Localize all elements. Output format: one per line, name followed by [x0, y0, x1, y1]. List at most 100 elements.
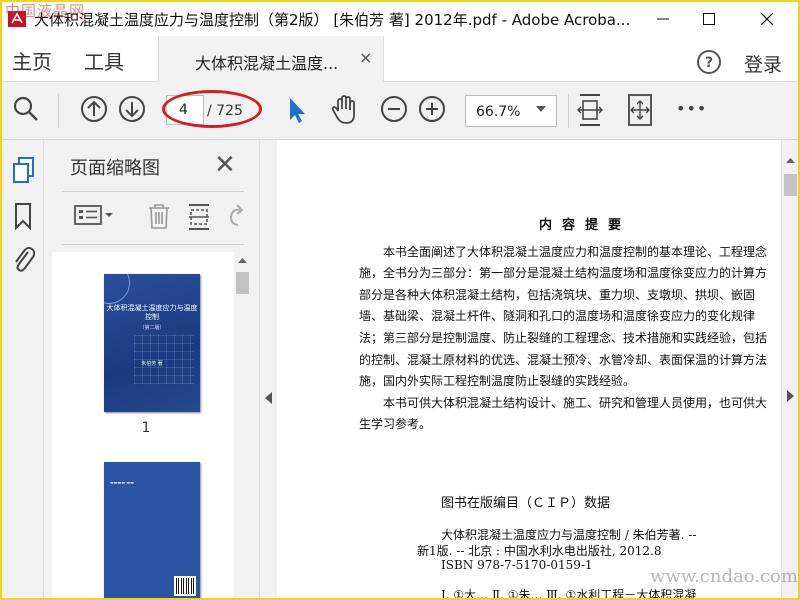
close-window-button[interactable] — [744, 2, 790, 36]
thumbnail-page-2[interactable]: ▬▬▬▬ ▬▬ — [104, 462, 200, 598]
zoom-in-button[interactable] — [418, 95, 446, 127]
page-thumbnails-button[interactable] — [11, 156, 37, 188]
cip-line: 新1版. -- 北京 : 中国水利水电出版社, 2012.8 — [417, 544, 662, 558]
minimize-icon — [657, 18, 669, 20]
svg-text:?: ? — [705, 55, 713, 71]
document-viewport[interactable]: 内容提要 本书全面阐述了大体积混凝土温度应力和温度控制的基本理论、工程理念 施，… — [277, 140, 781, 598]
chevron-right-icon — [787, 390, 794, 402]
search-button[interactable] — [12, 95, 40, 127]
window-title: 大体积混凝土温度应力与温度控制（第2版） [朱伯芳 著] 2012年.pdf -… — [34, 11, 631, 29]
next-page-button[interactable] — [118, 95, 146, 127]
rotate-page-button[interactable] — [226, 202, 246, 234]
rotate-icon — [229, 204, 244, 226]
paragraph-line: 的控制、混凝土原材料的优选、混凝土预冷、水管冷却、表面保温的计算方法 — [359, 353, 768, 367]
trash-icon — [149, 204, 169, 229]
paragraph-line: 施，国内外实际工程控制温度防止裂缝的实践经验。 — [359, 374, 636, 388]
navigation-rail — [2, 140, 44, 598]
page-heading: 内容提要 — [539, 218, 632, 233]
maximize-icon — [703, 13, 715, 25]
login-button[interactable]: 登录 — [744, 50, 782, 77]
thumbnail-options-button[interactable] — [74, 202, 114, 232]
panel-divider — [62, 191, 244, 192]
tab-bar: 主页 工具 大体积混凝土温度... × ? 登录 — [2, 36, 798, 82]
chevron-down-icon — [536, 106, 546, 112]
fit-width-button[interactable] — [576, 92, 604, 132]
barcode — [174, 576, 196, 596]
paragraph-line: 施，全书分为三部分：第一部分是混凝土结构温度场和温度徐变应力的计算方 — [359, 266, 768, 280]
close-icon — [761, 13, 773, 25]
toolbar: 4 / 725 66.7% ••• — [2, 82, 798, 140]
help-button[interactable]: ? — [696, 49, 722, 79]
thumbnail-list: 大体积混凝土温度应力与温度控制 （第二版） 朱伯芳 著 1 ▬▬▬▬ ▬▬ — [52, 252, 234, 598]
scroll-up-icon — [786, 158, 795, 163]
paragraph-line: 法；第三部分是控制温度、防止裂缝的工程理念、技术措施和实践经验，包括 — [359, 331, 768, 345]
toolbar-separator — [58, 94, 59, 128]
cip-title: 图书在版编目（ＣＩＰ）数据 — [441, 496, 611, 511]
scroll-up-icon — [238, 258, 247, 263]
document-page: 内容提要 本书全面阐述了大体积混凝土温度应力和温度控制的基本理论、工程理念 施，… — [277, 140, 781, 598]
cursor-arrow-icon — [290, 98, 305, 123]
arrow-down-circle-icon — [119, 96, 145, 122]
chevron-left-icon — [265, 392, 272, 404]
cip-line: ISBN 978-7-5170-0159-1 — [441, 558, 593, 572]
panel-title: 页面缩略图 — [70, 158, 160, 179]
zoom-in-icon — [419, 96, 445, 122]
fit-page-button[interactable] — [626, 93, 654, 131]
panel-divider — [62, 244, 244, 245]
thumbnail-page-1[interactable]: 大体积混凝土温度应力与温度控制 （第二版） 朱伯芳 著 — [104, 274, 200, 412]
cip-line: 大体积混凝土温度应力与温度控制 / 朱伯芳著. -- — [441, 528, 697, 542]
tab-document[interactable]: 大体积混凝土温度... × — [158, 36, 384, 82]
bookmark-icon — [15, 203, 31, 231]
options-menu-icon — [74, 205, 113, 225]
back-cover-text: ▬▬▬▬ ▬▬ — [110, 480, 134, 485]
hand-icon — [331, 95, 355, 124]
more-tools-button[interactable]: ••• — [676, 99, 707, 118]
paragraph-line: 本书全面阐述了大体积混凝土温度应力和温度控制的基本理论、工程理念 — [383, 245, 768, 259]
thumbnail-cover-author: 朱伯芳 著 — [141, 361, 163, 367]
insert-page-icon — [189, 204, 209, 230]
select-tool-button[interactable] — [286, 96, 308, 128]
bookmarks-button[interactable] — [13, 202, 33, 234]
toolbar-separator — [568, 94, 569, 128]
previous-page-button[interactable] — [80, 95, 108, 127]
page-thumbnails-icon — [13, 157, 34, 183]
tab-home[interactable]: 主页 — [12, 46, 52, 75]
thumbnail-page-number: 1 — [141, 420, 151, 436]
red-annotation-oval — [162, 90, 262, 128]
tab-close-button[interactable]: × — [359, 48, 372, 67]
search-icon — [13, 96, 38, 121]
title-bar: 中国液晶网 大体积混凝土温度应力与温度控制（第2版） [朱伯芳 著] 2012年… — [2, 2, 798, 36]
delete-pages-button[interactable] — [146, 202, 172, 234]
cover-decoration — [104, 274, 130, 304]
maximize-button[interactable] — [686, 2, 732, 36]
cip-line: Ⅰ. ①大… Ⅱ. ①朱… Ⅲ. ①水利工程－大体积混凝 — [441, 588, 697, 598]
panel-collapse-handle[interactable] — [259, 140, 277, 598]
cover-decoration — [134, 334, 194, 384]
arrow-up-circle-icon — [81, 96, 107, 122]
minimize-button[interactable] — [640, 2, 686, 36]
attachments-button[interactable] — [11, 244, 36, 278]
fit-width-icon — [577, 94, 603, 126]
fit-page-icon — [628, 94, 652, 126]
zoom-out-button[interactable] — [380, 95, 408, 127]
paragraph-line: 生学习参考。 — [359, 417, 432, 431]
document-scrollbar[interactable] — [781, 140, 798, 598]
watermark-bottom: www.cndao.com — [650, 566, 798, 587]
hand-tool-button[interactable] — [330, 95, 358, 129]
scrollbar-thumb[interactable] — [236, 272, 249, 294]
scrollbar-thumb[interactable] — [784, 174, 797, 196]
tab-document-label: 大体积混凝土温度... — [195, 54, 339, 73]
panel-close-button[interactable]: ✕ — [214, 150, 236, 180]
paragraph-line: 本书可供大体积混凝土结构设计、施工、研究和管理人员使用，也可供大 — [383, 396, 768, 410]
paragraph-line: 部分是各种大体积混凝土结构，包括浇筑块、重力坝、支墩坝、拱坝、嵌固 — [359, 288, 756, 302]
paperclip-icon — [15, 246, 36, 272]
thumbnail-cover-title: 大体积混凝土温度应力与温度控制 — [106, 304, 198, 321]
zoom-out-icon — [381, 96, 407, 122]
thumbnail-scrollbar[interactable] — [234, 252, 251, 598]
insert-page-button[interactable] — [186, 202, 212, 236]
thumbnails-panel: 页面缩略图 ✕ 大体积混凝土温度应力与温度控制 （第二版） 朱伯芳 著 1 ▬▬… — [44, 140, 259, 598]
thumbnail-cover-edition: （第二版） — [139, 325, 165, 331]
tab-tools[interactable]: 工具 — [84, 46, 124, 75]
help-icon: ? — [697, 50, 721, 74]
paragraph-line: 墙、基础梁、混凝土杆件、隧洞和孔口的温度场和温度徐变应力的变化规律 — [359, 309, 756, 323]
